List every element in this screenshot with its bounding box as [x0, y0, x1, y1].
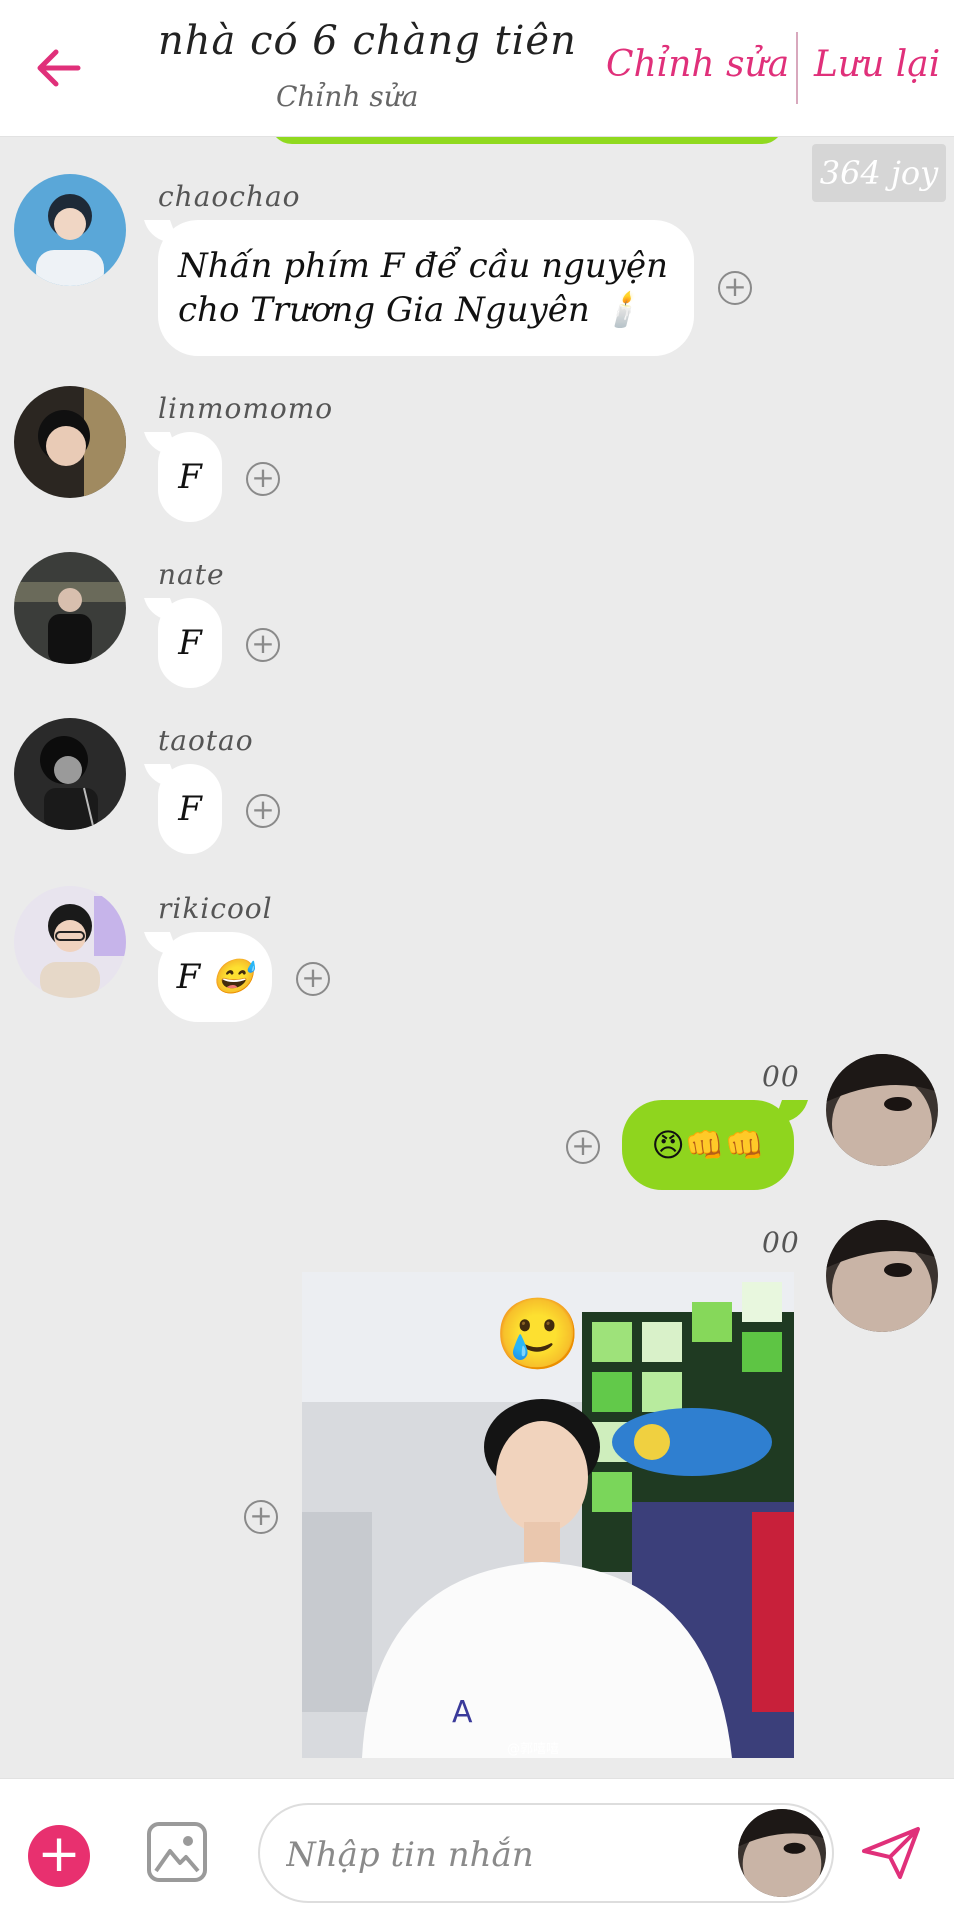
- message-text-line2: cho Trương Gia Nguyên 🕯️: [178, 290, 643, 330]
- username-taotao: taotao: [158, 724, 254, 757]
- composer-bar: +: [0, 1778, 954, 1921]
- username-me: 00: [762, 1060, 800, 1093]
- composer-avatar[interactable]: [738, 1809, 826, 1897]
- image-icon[interactable]: [146, 1821, 208, 1883]
- image-message[interactable]: A 🥲 @郭嘻嘻: [302, 1272, 794, 1758]
- avatar-taotao[interactable]: [14, 718, 126, 830]
- username-chaochao: chaochao: [158, 180, 301, 213]
- message-input[interactable]: [284, 1827, 728, 1883]
- photo-emoji-sticker: 🥲: [494, 1293, 582, 1375]
- save-button[interactable]: Lưu lại: [814, 44, 940, 85]
- avatar-linmomomo[interactable]: [14, 386, 126, 498]
- react-plus-icon[interactable]: +: [246, 794, 280, 828]
- avatar-rikicool[interactable]: [14, 886, 126, 998]
- react-plus-icon[interactable]: +: [296, 962, 330, 996]
- username-nate: nate: [158, 558, 225, 591]
- svg-text:A: A: [452, 1695, 473, 1730]
- edit-button[interactable]: Chỉnh sửa: [606, 44, 789, 85]
- message-bubble-rikicool[interactable]: F 😅: [158, 932, 272, 1022]
- react-plus-icon[interactable]: +: [246, 462, 280, 496]
- plus-circle-icon[interactable]: +: [28, 1825, 90, 1887]
- chat-title: nhà có 6 chàng tiên: [158, 18, 577, 64]
- message-bubble-chaochao[interactable]: Nhấn phím F để cầu nguyện cho Trương Gia…: [158, 220, 694, 356]
- my-message-bubble[interactable]: 😠👊👊: [622, 1100, 794, 1190]
- message-input-wrapper: [258, 1803, 834, 1903]
- photo-watermark: @郭嘻嘻: [507, 1742, 560, 1757]
- message-bubble-linmomomo[interactable]: F: [158, 432, 222, 522]
- react-plus-icon[interactable]: +: [566, 1130, 600, 1164]
- joy-badge: 364 joy: [812, 144, 946, 202]
- username-rikicool: rikicool: [158, 892, 273, 925]
- send-icon[interactable]: [860, 1825, 922, 1881]
- react-plus-icon[interactable]: +: [246, 628, 280, 662]
- message-bubble-taotao[interactable]: F: [158, 764, 222, 854]
- avatar-me[interactable]: [826, 1054, 938, 1166]
- message-bubble-nate[interactable]: F: [158, 598, 222, 688]
- header-divider: [796, 32, 798, 104]
- username-me: 00: [762, 1226, 800, 1259]
- message-text-line1: Nhấn phím F để cầu nguyện: [178, 246, 669, 286]
- back-arrow-icon[interactable]: [30, 40, 86, 96]
- chat-subtitle: Chỉnh sửa: [276, 80, 419, 113]
- react-plus-icon[interactable]: +: [244, 1500, 278, 1534]
- react-plus-icon[interactable]: +: [718, 271, 752, 305]
- top-bar: nhà có 6 chàng tiên Chỉnh sửa Chỉnh sửa …: [0, 0, 954, 137]
- avatar-me[interactable]: [826, 1220, 938, 1332]
- avatar-chaochao[interactable]: [14, 174, 126, 286]
- avatar-nate[interactable]: [14, 552, 126, 664]
- username-linmomomo: linmomomo: [158, 392, 334, 425]
